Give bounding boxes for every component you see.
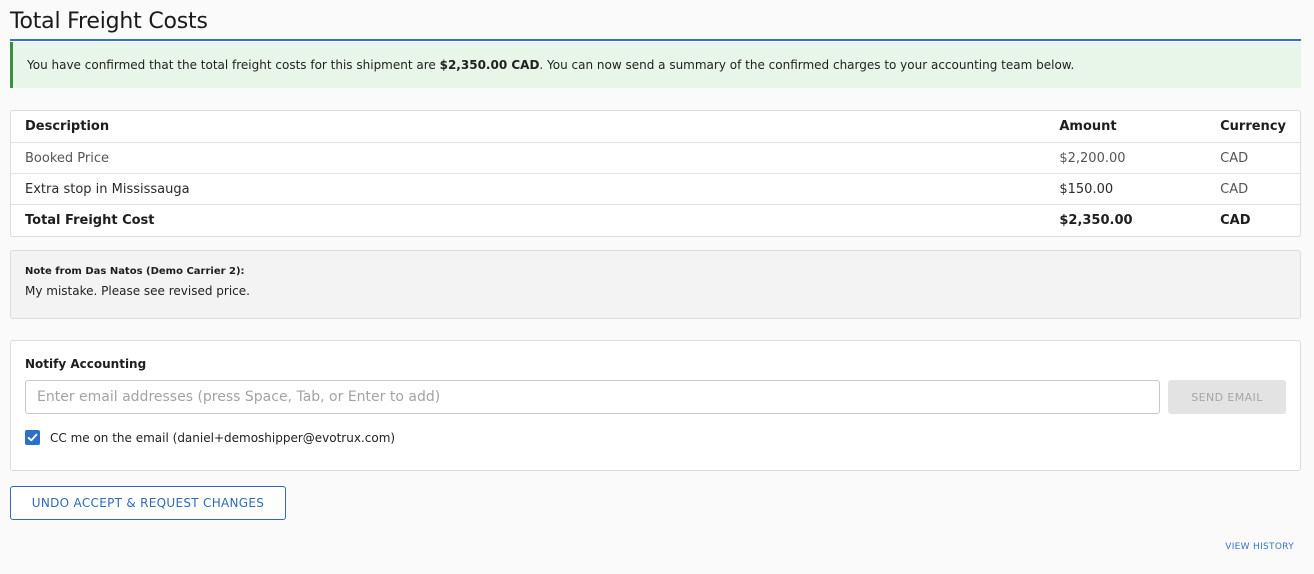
row-amount: $2,200.00 bbox=[1045, 143, 1207, 174]
column-header-currency: Currency bbox=[1206, 111, 1300, 143]
freight-costs-page: Total Freight Costs You have confirmed t… bbox=[0, 0, 1314, 574]
row-description: Extra stop in Mississauga bbox=[11, 174, 1046, 205]
cc-label: CC me on the email (daniel+demoshipper@e… bbox=[50, 430, 396, 445]
total-row: Total Freight Cost $2,350.00 CAD bbox=[11, 205, 1300, 236]
total-currency: CAD bbox=[1220, 213, 1251, 228]
cc-me-option[interactable]: CC me on the email (daniel+demoshipper@e… bbox=[25, 430, 395, 445]
cc-checkbox[interactable] bbox=[25, 430, 40, 445]
confirmation-alert: You have confirmed that the total freigh… bbox=[10, 42, 1301, 88]
checkmark-icon bbox=[27, 433, 38, 442]
row-amount: $150.00 bbox=[1045, 174, 1207, 205]
notify-heading: Notify Accounting bbox=[25, 357, 147, 371]
note-text: My mistake. Please see revised price. bbox=[25, 284, 250, 298]
row-description: Booked Price bbox=[11, 143, 1046, 174]
view-history-link[interactable]: VIEW HISTORY bbox=[1225, 542, 1294, 552]
table-header-row: Description Amount Currency bbox=[11, 111, 1300, 143]
table-row: Booked Price $2,200.00 CAD bbox=[11, 143, 1300, 174]
freight-cost-table: Description Amount Currency Booked Price… bbox=[10, 110, 1301, 237]
title-divider bbox=[10, 39, 1301, 41]
undo-accept-button[interactable]: UNDO ACCEPT & REQUEST CHANGES bbox=[10, 486, 286, 520]
alert-text-after: . You can now send a summary of the conf… bbox=[539, 58, 1075, 72]
total-description: Total Freight Cost bbox=[25, 213, 155, 228]
send-email-button[interactable]: SEND EMAIL bbox=[1168, 380, 1286, 414]
alert-text: You have confirmed that the total freigh… bbox=[27, 58, 1074, 72]
alert-total: $2,350.00 CAD bbox=[439, 58, 540, 72]
row-currency: CAD bbox=[1206, 143, 1300, 174]
row-currency: CAD bbox=[1206, 174, 1300, 205]
column-header-description: Description bbox=[11, 111, 1046, 143]
table-row: Extra stop in Mississauga $150.00 CAD bbox=[11, 174, 1300, 205]
carrier-note: Note from Das Natos (Demo Carrier 2): My… bbox=[10, 250, 1301, 319]
page-title: Total Freight Costs bbox=[10, 9, 208, 34]
note-heading: Note from Das Natos (Demo Carrier 2): bbox=[25, 266, 245, 277]
column-header-amount: Amount bbox=[1045, 111, 1207, 143]
total-amount: $2,350.00 bbox=[1059, 213, 1133, 228]
alert-text-before: You have confirmed that the total freigh… bbox=[27, 58, 440, 72]
notify-accounting-panel: Notify Accounting SEND EMAIL CC me on th… bbox=[10, 340, 1301, 471]
email-addresses-input[interactable] bbox=[25, 380, 1160, 414]
